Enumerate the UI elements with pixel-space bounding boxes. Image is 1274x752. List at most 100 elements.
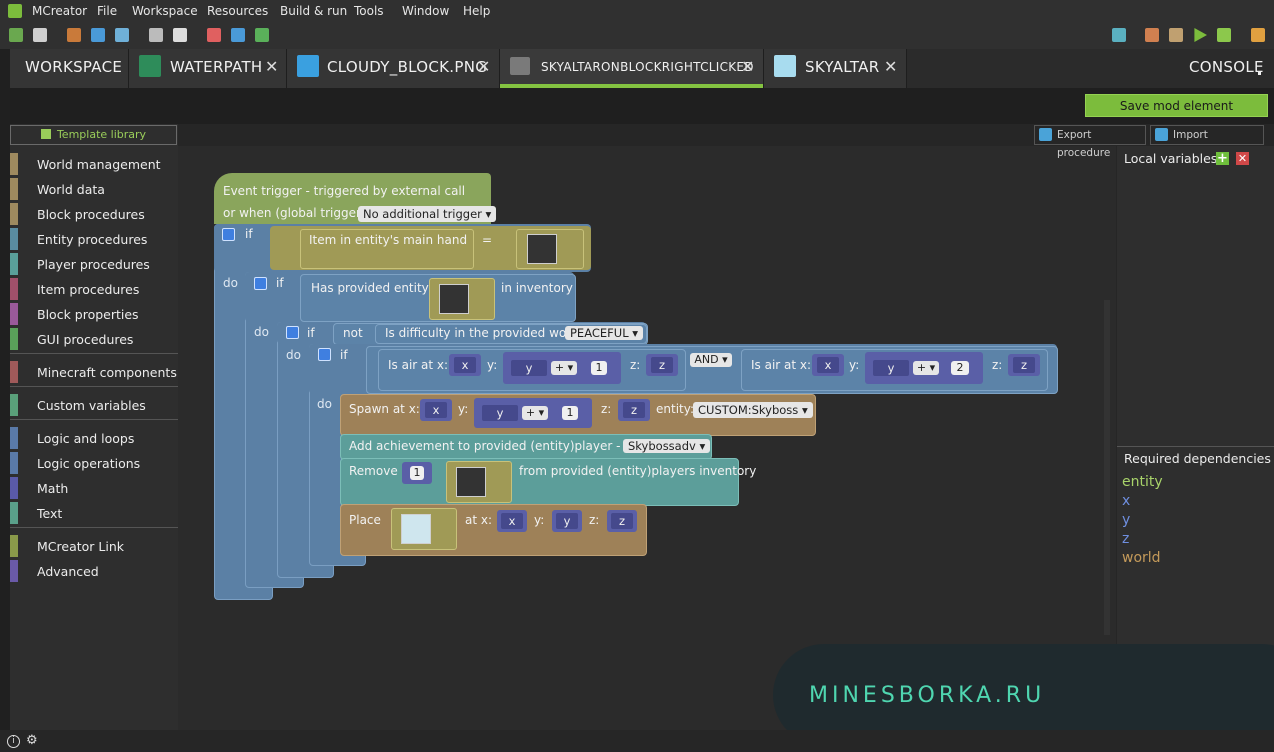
menu-window[interactable]: Window	[402, 4, 449, 18]
mutator-gear-icon[interactable]	[222, 228, 235, 241]
tab-skyaltar[interactable]: SKYALTAR ✕	[764, 49, 907, 88]
var-z-block[interactable]: z	[1008, 354, 1040, 376]
var-x: x	[501, 513, 523, 529]
number-1[interactable]: 1	[410, 466, 424, 480]
category-gui-procedures[interactable]: GUI procedures	[10, 328, 178, 350]
category-logic-operations[interactable]: Logic operations	[10, 452, 178, 474]
z-label: z:	[601, 402, 612, 416]
save-mod-element-button[interactable]: Save mod element	[1085, 94, 1268, 117]
category-label: Item procedures	[37, 282, 140, 297]
new-image-icon[interactable]	[33, 28, 47, 42]
close-icon[interactable]: ✕	[477, 57, 490, 76]
entity-dropdown[interactable]: CUSTOM:Skyboss ▾	[693, 402, 813, 418]
var-z-block[interactable]: z	[646, 354, 678, 376]
menu-resources[interactable]: Resources	[207, 4, 268, 18]
texture-maker-icon[interactable]	[207, 28, 221, 42]
z-label: z:	[589, 513, 600, 527]
category-mcreator-link[interactable]: MCreator Link	[10, 535, 178, 557]
close-icon[interactable]: ✕	[884, 57, 897, 76]
import-procedure-button[interactable]: Import procedure	[1150, 125, 1264, 159]
export-procedure-button[interactable]: Export procedure	[1034, 125, 1146, 159]
run-server-icon[interactable]	[1217, 28, 1231, 42]
build-hammer-icon[interactable]	[1169, 28, 1183, 42]
var-x-block[interactable]: x	[497, 510, 527, 532]
var-y-block[interactable]: y	[552, 510, 582, 532]
number-2[interactable]: 2	[951, 361, 969, 375]
category-player-procedures[interactable]: Player procedures	[10, 253, 178, 275]
close-icon[interactable]: ✕	[741, 57, 754, 76]
mutator-gear-icon[interactable]	[286, 326, 299, 339]
category-label: Block properties	[37, 307, 139, 322]
tab-skyaltaronblockrightclicked[interactable]: SKYALTARONBLOCKRIGHTCLICKED ✕	[500, 49, 764, 88]
var-z-block[interactable]: z	[618, 399, 650, 421]
workspace-scrollbar[interactable]	[1104, 300, 1110, 635]
mutator-gear-icon[interactable]	[318, 348, 331, 361]
menu-build-run[interactable]: Build & run	[280, 4, 347, 18]
new-element-icon[interactable]	[9, 28, 23, 42]
category-block-properties[interactable]: Block properties	[10, 303, 178, 325]
var-x-block[interactable]: x	[449, 354, 481, 376]
run-client-icon[interactable]	[1194, 28, 1207, 42]
add-variable-icon[interactable]: +	[1216, 152, 1229, 165]
category-math[interactable]: Math	[10, 477, 178, 499]
template-library-button[interactable]: Template library	[10, 125, 177, 145]
category-world-data[interactable]: World data	[10, 178, 178, 200]
window-left-edge	[0, 88, 10, 730]
is-air-label: Is air at x:	[751, 358, 812, 372]
settings-gear-icon[interactable]: ⚙	[26, 734, 38, 747]
close-icon[interactable]: ✕	[265, 57, 278, 76]
category-block-procedures[interactable]: Block procedures	[10, 203, 178, 225]
var-x-block[interactable]: x	[812, 354, 844, 376]
achievement-dropdown[interactable]: Skybossadv ▾	[623, 439, 711, 453]
import-model-icon[interactable]	[149, 28, 163, 42]
workspace-settings-icon[interactable]	[1112, 28, 1126, 42]
var-y: y	[511, 360, 547, 376]
category-text[interactable]: Text	[10, 502, 178, 524]
plus-block[interactable]: y + ▾ 1	[474, 398, 592, 428]
place-block[interactable]	[340, 504, 647, 556]
number-1[interactable]: 1	[562, 406, 578, 420]
category-item-procedures[interactable]: Item procedures	[10, 278, 178, 300]
mutator-gear-icon[interactable]	[254, 277, 267, 290]
category-advanced[interactable]: Advanced	[10, 560, 178, 582]
export-mod-icon[interactable]	[1251, 28, 1265, 42]
number-1[interactable]: 1	[591, 361, 607, 375]
and-dropdown[interactable]: AND ▾	[690, 353, 732, 367]
remove-variable-icon[interactable]: ✕	[1236, 152, 1249, 165]
var-x-block[interactable]: x	[420, 399, 452, 421]
number-block[interactable]: 1	[402, 462, 432, 484]
armor-maker-icon[interactable]	[255, 28, 269, 42]
achievement-value: Skybossadv	[628, 439, 696, 453]
plus-dropdown[interactable]: + ▾	[522, 406, 548, 420]
category-custom-variables[interactable]: Custom variables	[10, 394, 178, 416]
category-logic-and-loops[interactable]: Logic and loops	[10, 427, 178, 449]
info-icon[interactable]: i	[7, 735, 20, 748]
menu-mcreator[interactable]: MCreator	[32, 4, 87, 18]
plus-dropdown[interactable]: + ▾	[551, 361, 577, 375]
menu-help[interactable]: Help	[463, 4, 490, 18]
menu-workspace[interactable]: Workspace	[132, 4, 198, 18]
difficulty-dropdown[interactable]: PEACEFUL ▾	[565, 326, 644, 340]
plus-block[interactable]: y + ▾ 1	[503, 352, 621, 384]
var-z-block[interactable]: z	[607, 510, 637, 532]
category-entity-procedures[interactable]: Entity procedures	[10, 228, 178, 250]
import-java-model-icon[interactable]	[173, 28, 187, 42]
tab-workspace[interactable]: WORKSPACE	[10, 49, 129, 88]
plus-dropdown[interactable]: + ▾	[913, 361, 939, 375]
menu-tools[interactable]: Tools	[354, 4, 384, 18]
category-minecraft-components[interactable]: Minecraft components	[10, 361, 178, 383]
plus-block[interactable]: y + ▾ 2	[865, 352, 983, 384]
import-sound-icon[interactable]	[91, 28, 105, 42]
import-structure-icon[interactable]	[115, 28, 129, 42]
tab-label: WATERPATH	[170, 58, 263, 76]
tab-cloudy-block-png[interactable]: CLOUDY_BLOCK.PNG ✕	[287, 49, 500, 88]
var-y: y	[482, 405, 518, 421]
animation-maker-icon[interactable]	[231, 28, 245, 42]
global-trigger-dropdown[interactable]: No additional trigger ▾	[358, 206, 497, 222]
tab-waterpath[interactable]: WATERPATH ✕	[129, 49, 287, 88]
category-world-management[interactable]: World management	[10, 153, 178, 175]
import-texture-icon[interactable]	[67, 28, 81, 42]
build-eraser-icon[interactable]	[1145, 28, 1159, 42]
tab-console[interactable]: CONSOLE	[1177, 49, 1274, 88]
menu-file[interactable]: File	[97, 4, 117, 18]
